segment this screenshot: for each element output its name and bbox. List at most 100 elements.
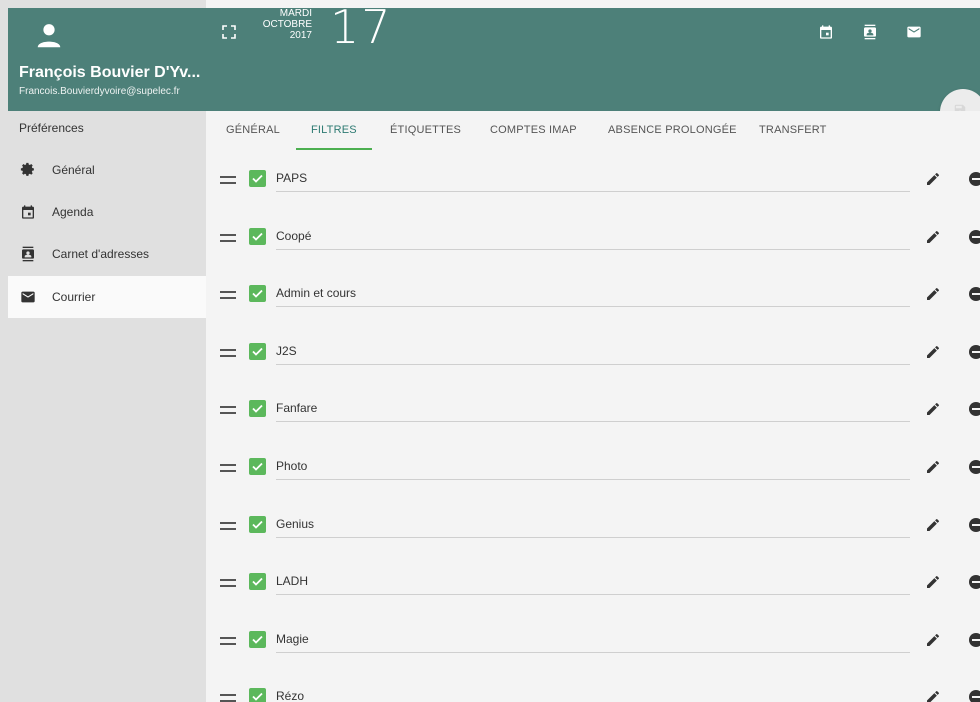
tab-filters[interactable]: FILTRES xyxy=(311,124,357,136)
filter-enabled-checkbox[interactable] xyxy=(249,228,266,245)
drag-handle-icon[interactable] xyxy=(220,521,236,531)
date-text: MARDI OCTOBRE 2017 xyxy=(254,8,312,41)
edit-icon[interactable] xyxy=(925,286,941,302)
edit-icon[interactable] xyxy=(925,574,941,590)
sidebar-item-agenda[interactable]: Agenda xyxy=(8,191,206,233)
drag-handle-icon[interactable] xyxy=(220,175,236,185)
contacts-icon[interactable] xyxy=(862,24,878,40)
check-icon xyxy=(252,462,263,471)
drag-handle-icon[interactable] xyxy=(220,463,236,473)
check-icon xyxy=(252,289,263,298)
filter-enabled-checkbox[interactable] xyxy=(249,573,266,590)
remove-icon[interactable] xyxy=(969,402,980,416)
edit-icon[interactable] xyxy=(925,517,941,533)
mail-icon[interactable] xyxy=(906,24,922,40)
edit-icon[interactable] xyxy=(925,401,941,417)
drag-handle-icon[interactable] xyxy=(220,578,236,588)
filter-enabled-checkbox[interactable] xyxy=(249,631,266,648)
filter-enabled-checkbox[interactable] xyxy=(249,170,266,187)
filter-row: LADH xyxy=(206,566,980,606)
drag-handle-icon[interactable] xyxy=(220,405,236,415)
contacts-icon xyxy=(22,246,34,262)
filter-divider xyxy=(276,421,910,422)
remove-icon[interactable] xyxy=(969,287,980,301)
remove-icon[interactable] xyxy=(969,633,980,647)
drag-handle-icon[interactable] xyxy=(220,693,236,702)
filter-enabled-checkbox[interactable] xyxy=(249,400,266,417)
preferences-title: Préférences xyxy=(19,121,84,135)
drag-handle-icon[interactable] xyxy=(220,233,236,243)
filter-divider xyxy=(276,537,910,538)
sidebar-item-label: Courrier xyxy=(52,290,96,304)
sidebar-item-label: Carnet d'adresses xyxy=(52,247,150,261)
drag-handle-icon[interactable] xyxy=(220,290,236,300)
filter-enabled-checkbox[interactable] xyxy=(249,285,266,302)
filter-enabled-checkbox[interactable] xyxy=(249,516,266,533)
drag-handle-icon[interactable] xyxy=(220,636,236,646)
filter-name[interactable]: J2S xyxy=(276,344,297,358)
filter-name[interactable]: Magie xyxy=(276,632,309,646)
gear-icon xyxy=(20,162,34,176)
edit-icon[interactable] xyxy=(925,632,941,648)
check-icon xyxy=(252,174,263,183)
tab-general[interactable]: GÉNÉRAL xyxy=(226,124,280,136)
remove-icon[interactable] xyxy=(969,518,980,532)
edit-icon[interactable] xyxy=(925,344,941,360)
sidebar-item-general[interactable]: Général xyxy=(8,149,206,191)
filter-name[interactable]: Genius xyxy=(276,517,314,531)
sidebar-item-label: Général xyxy=(52,163,95,177)
filter-row: Photo xyxy=(206,451,980,491)
filter-row: Genius xyxy=(206,509,980,549)
user-email: Francois.Bouvierdyvoire@supelec.fr xyxy=(19,86,180,97)
tab-imap-accounts[interactable]: COMPTES IMAP xyxy=(490,124,577,136)
remove-icon[interactable] xyxy=(969,230,980,244)
remove-icon[interactable] xyxy=(969,345,980,359)
edit-icon[interactable] xyxy=(925,171,941,187)
edit-icon[interactable] xyxy=(925,689,941,702)
filter-divider xyxy=(276,249,910,250)
remove-icon[interactable] xyxy=(969,172,980,186)
check-icon xyxy=(252,232,263,241)
filter-row: PAPS xyxy=(206,163,980,203)
filter-name[interactable]: Photo xyxy=(276,459,307,473)
check-icon xyxy=(252,635,263,644)
drag-handle-icon[interactable] xyxy=(220,348,236,358)
remove-icon[interactable] xyxy=(969,460,980,474)
filter-enabled-checkbox[interactable] xyxy=(249,688,266,702)
tab-vacation[interactable]: ABSENCE PROLONGÉE xyxy=(608,124,737,136)
remove-icon[interactable] xyxy=(969,575,980,589)
filter-name[interactable]: Rézo xyxy=(276,689,304,702)
edit-icon[interactable] xyxy=(925,229,941,245)
remove-icon[interactable] xyxy=(969,690,980,702)
tab-forward[interactable]: TRANSFERT xyxy=(759,124,827,136)
filter-name[interactable]: LADH xyxy=(276,574,308,588)
edit-icon[interactable] xyxy=(925,459,941,475)
check-icon xyxy=(252,692,263,701)
check-icon xyxy=(252,577,263,586)
user-avatar-icon xyxy=(37,24,61,48)
fullscreen-icon[interactable] xyxy=(222,25,236,39)
filter-row: Coopé xyxy=(206,221,980,261)
sidebar-item-contacts[interactable]: Carnet d'adresses xyxy=(8,233,206,275)
tab-labels[interactable]: ÉTIQUETTES xyxy=(390,124,461,136)
check-icon xyxy=(252,404,263,413)
filter-row: Fanfare xyxy=(206,393,980,433)
date-weekday: MARDI xyxy=(279,8,312,19)
filter-name[interactable]: PAPS xyxy=(276,171,307,185)
filter-name[interactable]: Admin et cours xyxy=(276,286,356,300)
sidebar-item-mail[interactable]: Courrier xyxy=(8,276,206,318)
filter-row: Magie xyxy=(206,624,980,664)
filter-name[interactable]: Coopé xyxy=(276,229,311,243)
calendar-icon[interactable] xyxy=(818,24,834,40)
filter-enabled-checkbox[interactable] xyxy=(249,458,266,475)
filter-divider xyxy=(276,652,910,653)
filter-name[interactable]: Fanfare xyxy=(276,401,317,415)
filter-enabled-checkbox[interactable] xyxy=(249,343,266,360)
date-year: 2017 xyxy=(289,30,312,41)
active-tab-indicator xyxy=(296,148,372,150)
filter-row: Admin et cours xyxy=(206,278,980,318)
filter-divider xyxy=(276,306,910,307)
user-card: François Bouvier D'Yv... Francois.Bouvie… xyxy=(8,8,206,111)
date-day: 17 xyxy=(330,0,393,54)
check-icon xyxy=(252,520,263,529)
